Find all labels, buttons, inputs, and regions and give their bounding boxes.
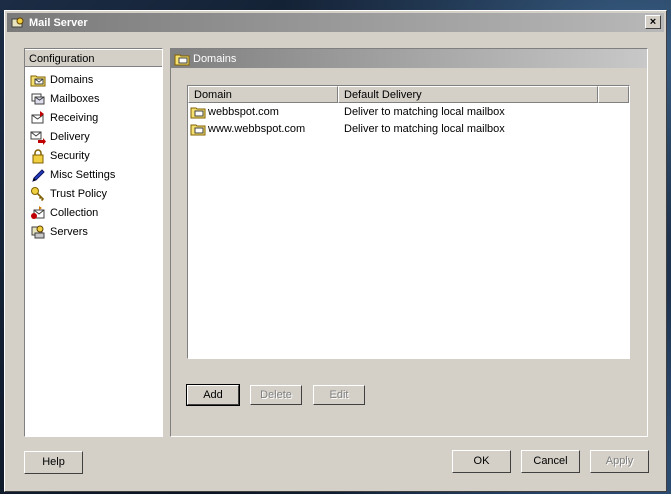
sidebar-item-label: Collection bbox=[50, 206, 99, 219]
sidebar-item-label: Security bbox=[50, 149, 90, 162]
delete-button[interactable]: Delete bbox=[250, 385, 302, 405]
column-header-domain[interactable]: Domain bbox=[188, 86, 338, 103]
cancel-button[interactable]: Cancel bbox=[521, 450, 580, 473]
domains-panel: Domains Domain Default Delivery webbspot… bbox=[170, 48, 648, 437]
sidebar-item-delivery[interactable]: Delivery bbox=[25, 127, 162, 146]
domain-cell: www.webbspot.com bbox=[208, 122, 306, 135]
column-header-filler bbox=[598, 86, 629, 103]
delivery-cell: Deliver to matching local mailbox bbox=[344, 122, 505, 135]
sidebar-item-receiving[interactable]: Receiving bbox=[25, 108, 162, 127]
delivery-cell: Deliver to matching local mailbox bbox=[344, 105, 505, 118]
servers-icon bbox=[31, 225, 45, 238]
domains-header: Domains bbox=[171, 49, 647, 68]
domain-cell: webbspot.com bbox=[208, 105, 279, 118]
column-header-default-delivery[interactable]: Default Delivery bbox=[338, 86, 598, 103]
mail-server-icon bbox=[11, 17, 24, 27]
list-header: Domain Default Delivery bbox=[188, 86, 629, 103]
folder-mail-icon bbox=[174, 54, 190, 65]
sidebar-item-label: Servers bbox=[50, 225, 88, 238]
pen-icon bbox=[32, 168, 45, 182]
sidebar-item-collection[interactable]: Collection bbox=[25, 203, 162, 222]
window-title: Mail Server bbox=[29, 16, 88, 29]
close-button[interactable]: × bbox=[645, 15, 661, 29]
collection-icon bbox=[31, 205, 45, 219]
configuration-header: Configuration bbox=[25, 49, 162, 67]
folder-mail-icon bbox=[30, 75, 46, 86]
table-row[interactable]: www.webbspot.com Deliver to matching loc… bbox=[188, 120, 629, 137]
help-button[interactable]: Help bbox=[24, 451, 83, 474]
sidebar-item-trust-policy[interactable]: Trust Policy bbox=[25, 184, 162, 203]
sidebar-item-label: Trust Policy bbox=[50, 187, 108, 200]
sidebar-item-label: Delivery bbox=[50, 130, 90, 143]
sidebar-item-domains[interactable]: Domains bbox=[25, 70, 162, 89]
domains-list[interactable]: Domain Default Delivery webbspot.com Del… bbox=[187, 85, 630, 359]
sidebar-item-label: Receiving bbox=[50, 111, 99, 124]
receiving-icon bbox=[31, 110, 44, 123]
sidebar-item-label: Mailboxes bbox=[50, 92, 100, 105]
mail-server-window: Mail Server × Configuration Domains Mail… bbox=[4, 10, 667, 492]
title-bar[interactable]: Mail Server × bbox=[7, 13, 664, 32]
sidebar-item-label: Misc Settings bbox=[50, 168, 116, 181]
configuration-panel: Configuration Domains Mailboxes Receivin… bbox=[24, 48, 163, 437]
mailboxes-icon bbox=[31, 93, 45, 104]
sidebar-item-label: Domains bbox=[50, 73, 94, 86]
apply-button[interactable]: Apply bbox=[590, 450, 649, 473]
sidebar-item-servers[interactable]: Servers bbox=[25, 222, 162, 241]
folder-mail-icon bbox=[190, 124, 206, 135]
key-icon bbox=[31, 186, 45, 201]
sidebar-item-security[interactable]: Security bbox=[25, 146, 162, 165]
sidebar-item-mailboxes[interactable]: Mailboxes bbox=[25, 89, 162, 108]
page-title: Domains bbox=[193, 52, 237, 65]
ok-button[interactable]: OK bbox=[452, 450, 511, 473]
edit-button[interactable]: Edit bbox=[313, 385, 365, 405]
table-row[interactable]: webbspot.com Deliver to matching local m… bbox=[188, 103, 629, 120]
folder-mail-icon bbox=[190, 107, 206, 118]
lock-icon bbox=[32, 148, 44, 163]
sidebar-item-misc-settings[interactable]: Misc Settings bbox=[25, 165, 162, 184]
delivery-icon bbox=[30, 131, 46, 145]
add-button[interactable]: Add bbox=[186, 384, 240, 406]
